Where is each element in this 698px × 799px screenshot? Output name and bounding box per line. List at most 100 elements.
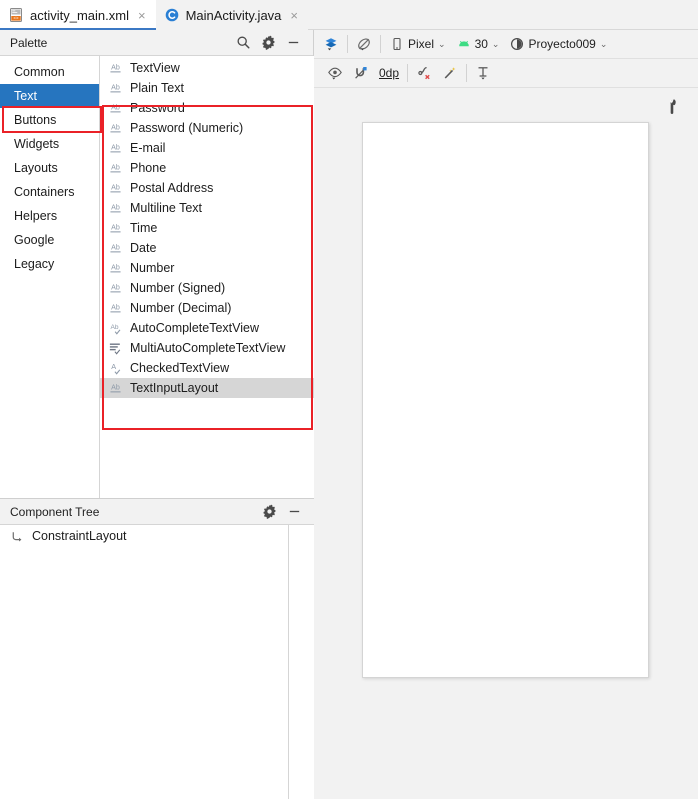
default-margin-button[interactable]: 0dp — [374, 62, 404, 84]
palette-item-label: Number (Signed) — [130, 281, 226, 295]
palette-category-containers[interactable]: Containers — [0, 180, 99, 204]
palette-item[interactable]: Ab TextView — [100, 58, 314, 78]
infer-constraints-button[interactable] — [437, 62, 463, 84]
device-name: Pixel — [408, 37, 435, 51]
editor-tab-activity-main-xml[interactable]: <> activity_main.xml × — [0, 0, 156, 31]
palette-item-label: Number — [130, 261, 175, 275]
palette-item-label: AutoCompleteTextView — [130, 321, 260, 335]
svg-text:Ab: Ab — [111, 303, 120, 311]
palette-header: Palette — [0, 30, 313, 56]
ab-icon: Ab — [108, 181, 123, 196]
svg-text:Ab: Ab — [111, 283, 120, 291]
palette-category-text[interactable]: Text — [0, 84, 99, 108]
palette-item[interactable]: Ab TextInputLayout — [100, 378, 314, 398]
svg-text:A: A — [111, 362, 116, 371]
phone-icon — [389, 36, 405, 52]
palette-item[interactable]: Ab E-mail — [100, 138, 314, 158]
ab-icon: Ab — [108, 101, 123, 116]
palette-item[interactable]: Ab Time — [100, 218, 314, 238]
palette-item[interactable]: A CheckedTextView — [100, 358, 314, 378]
palette-item-label: E-mail — [130, 141, 166, 155]
palette-item[interactable]: Ab AutoCompleteTextView — [100, 318, 314, 338]
theme-selector[interactable]: Proyecto009 ⌄ — [504, 33, 612, 55]
magnet-off-icon — [353, 65, 369, 81]
ab-icon: Ab — [108, 121, 123, 136]
palette-category-label: Containers — [14, 185, 75, 199]
palette-item[interactable]: Ab Number (Signed) — [100, 278, 314, 298]
toolbar-separator — [347, 35, 348, 53]
palette-category-legacy[interactable]: Legacy — [0, 252, 99, 276]
editor-tab-mainactivity-java[interactable]: MainActivity.java × — [155, 0, 308, 30]
palette-item-label: Password (Numeric) — [130, 121, 244, 135]
palette-category-buttons[interactable]: Buttons — [0, 108, 99, 132]
ab-icon: Ab — [108, 301, 123, 316]
design-canvas[interactable] — [314, 88, 698, 799]
magic-wand-icon — [442, 65, 458, 81]
minimize-icon[interactable] — [287, 504, 302, 519]
palette-category-label: Helpers — [14, 209, 58, 223]
minimize-icon[interactable] — [286, 35, 301, 50]
ab-icon: Ab — [108, 201, 123, 216]
device-preview-surface[interactable] — [362, 122, 649, 678]
palette-category-layouts[interactable]: Layouts — [0, 156, 99, 180]
palette-item[interactable]: Ab Multiline Text — [100, 198, 314, 218]
orientation-button[interactable] — [351, 33, 377, 55]
svg-text:Ab: Ab — [111, 383, 120, 391]
guideline-button[interactable] — [470, 62, 496, 84]
palette-item-label: Date — [130, 241, 157, 255]
ab-icon: Ab — [108, 61, 123, 76]
palette-category-label: Text — [14, 89, 37, 103]
close-icon[interactable]: × — [135, 9, 146, 22]
theme-icon — [509, 36, 525, 52]
design-editor-pane: Pixel ⌄ 30 ⌄ Proyecto009 ⌄ 0dp — [314, 30, 698, 799]
svg-text:Ab: Ab — [111, 123, 120, 131]
palette-item[interactable]: Ab Password — [100, 98, 314, 118]
gear-icon[interactable] — [261, 35, 276, 51]
layers-icon — [323, 36, 339, 52]
view-options-button[interactable] — [322, 62, 348, 84]
palette-item[interactable]: Ab Phone — [100, 158, 314, 178]
palette-item[interactable]: Ab Date — [100, 238, 314, 258]
palette-category-helpers[interactable]: Helpers — [0, 204, 99, 228]
close-icon[interactable]: × — [287, 9, 298, 22]
palette-category-label: Widgets — [14, 137, 60, 151]
svg-text:Ab: Ab — [111, 143, 120, 151]
palette-item-label: Multiline Text — [130, 201, 203, 215]
palette-category-list: Common Text Buttons Widgets Layouts Cont… — [0, 56, 100, 498]
palette-category-widgets[interactable]: Widgets — [0, 132, 99, 156]
palette-item-label: MultiAutoCompleteTextView — [130, 341, 286, 355]
ab-icon: Ab — [108, 221, 123, 236]
palette-item-label: Phone — [130, 161, 167, 175]
design-toolbar-secondary: 0dp — [314, 59, 698, 88]
palette-category-label: Google — [14, 233, 55, 247]
clear-constraints-button[interactable] — [411, 62, 437, 84]
design-mode-button[interactable] — [318, 33, 344, 55]
palette-item[interactable]: MultiAutoCompleteTextView — [100, 338, 314, 358]
design-surface-options-icon[interactable] — [662, 97, 681, 116]
palette-item[interactable]: Ab Number — [100, 258, 314, 278]
gear-icon[interactable] — [262, 504, 277, 520]
palette-item-label: Number (Decimal) — [130, 301, 232, 315]
palette-item[interactable]: Ab Number (Decimal) — [100, 298, 314, 318]
android-icon — [456, 36, 472, 52]
clear-constraints-icon — [416, 65, 432, 81]
device-selector[interactable]: Pixel ⌄ — [384, 33, 451, 55]
palette-item[interactable]: Ab Postal Address — [100, 178, 314, 198]
palette-item-label: TextView — [130, 61, 180, 75]
palette-category-google[interactable]: Google — [0, 228, 99, 252]
palette-category-common[interactable]: Common — [0, 60, 99, 84]
palette-item[interactable]: Ab Plain Text — [100, 78, 314, 98]
palette-item[interactable]: Ab Password (Numeric) — [100, 118, 314, 138]
a-check-icon: A — [108, 361, 123, 376]
api-level-selector[interactable]: 30 ⌄ — [451, 33, 505, 55]
palette-category-label: Buttons — [14, 113, 57, 127]
search-icon[interactable] — [236, 35, 251, 50]
tree-node-constraintlayout[interactable]: ConstraintLayout — [0, 525, 314, 547]
theme-name: Proyecto009 — [528, 37, 596, 51]
toggle-autoconnect-button[interactable] — [348, 62, 374, 84]
ab-icon: Ab — [108, 141, 123, 156]
palette-header-icons — [236, 35, 307, 51]
svg-text:Ab: Ab — [111, 243, 120, 251]
design-toolbar-primary: Pixel ⌄ 30 ⌄ Proyecto009 ⌄ — [314, 30, 698, 59]
ab-icon: Ab — [108, 81, 123, 96]
